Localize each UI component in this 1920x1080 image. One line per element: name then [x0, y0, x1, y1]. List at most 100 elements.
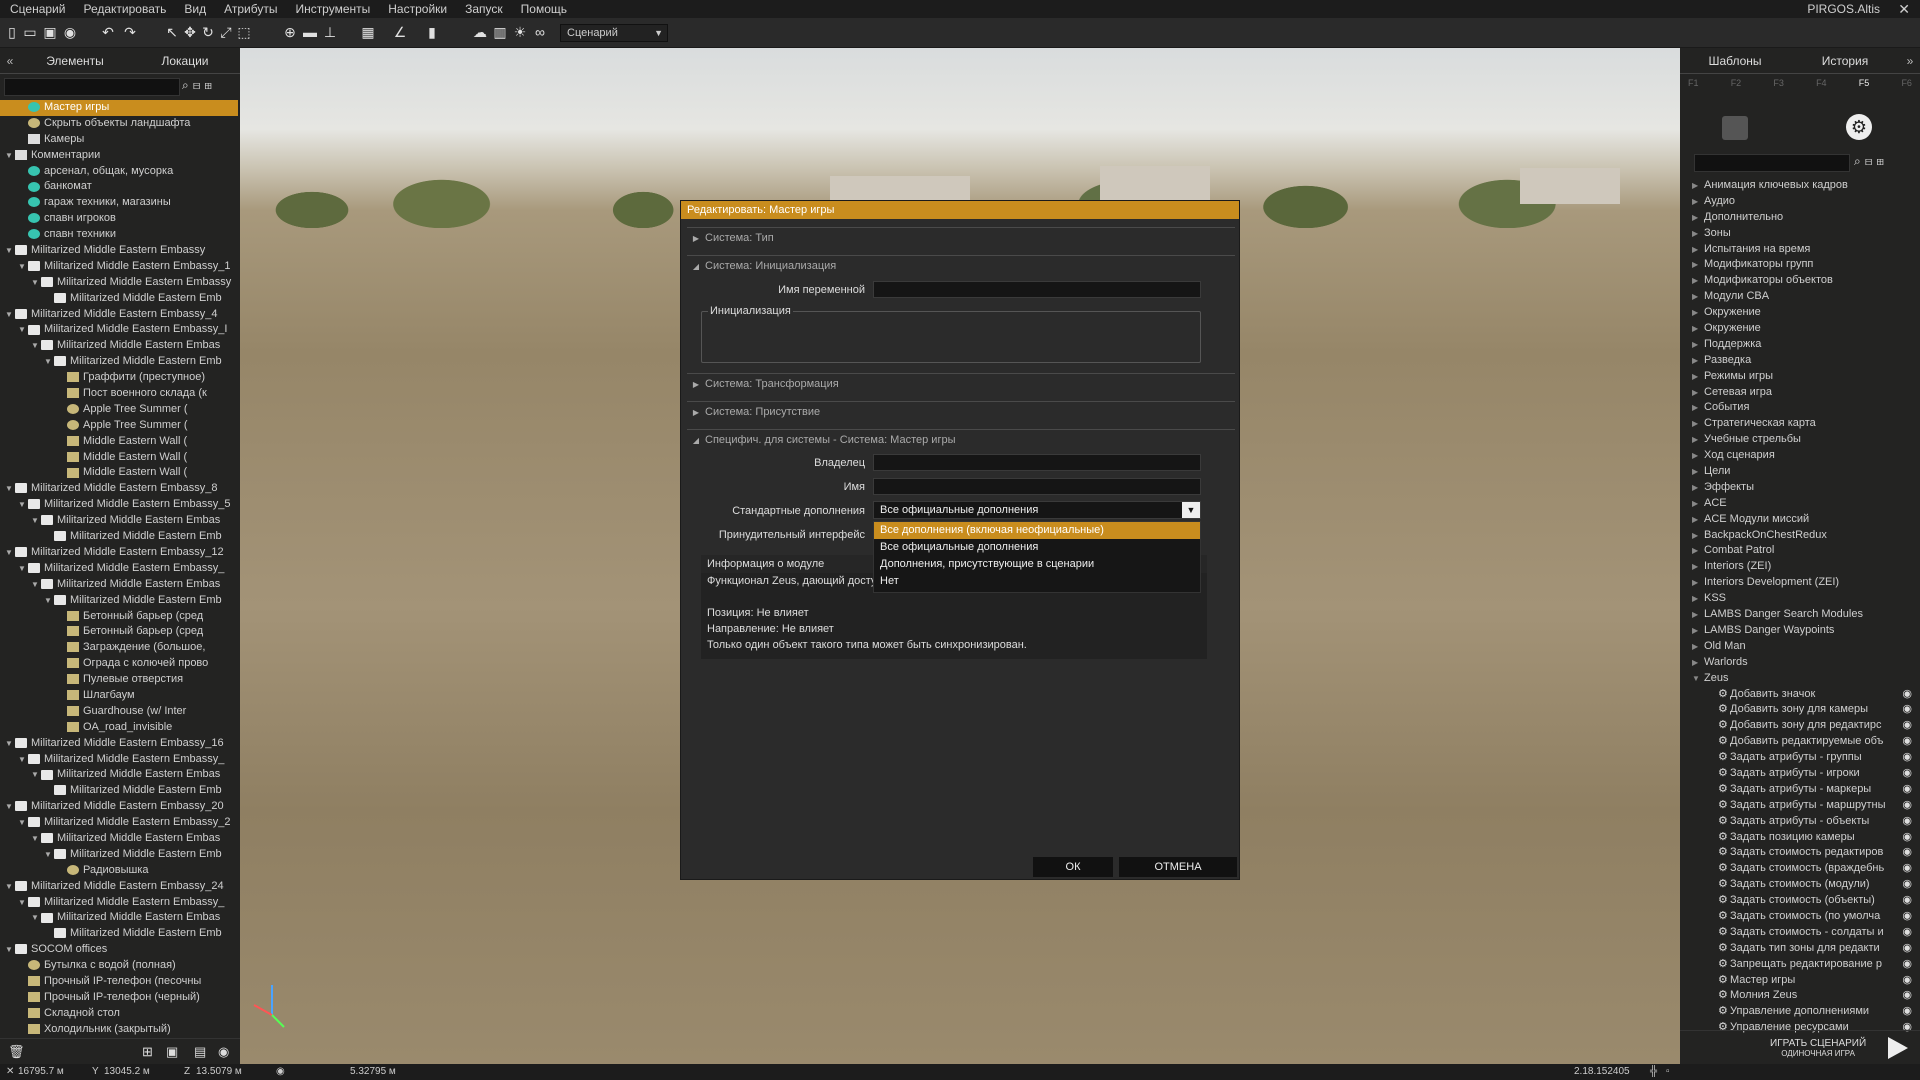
category-row[interactable]: ▶ BackpackOnChestRedux: [1680, 528, 1920, 544]
category-row[interactable]: ▶ Режимы игры: [1680, 369, 1920, 385]
search-icon[interactable]: ⌕: [1854, 154, 1865, 168]
category-row[interactable]: ▶ Warlords: [1680, 655, 1920, 671]
expand-arrow-icon[interactable]: ▶: [1692, 337, 1704, 353]
expand-arrow-icon[interactable]: ▶: [1692, 655, 1704, 671]
section-transform[interactable]: ▶ Система: Трансформация: [687, 373, 1235, 393]
module-row[interactable]: ⚙ Задать атрибуты - объекты ◉: [1680, 814, 1920, 830]
init-textarea[interactable]: Инициализация: [701, 305, 1201, 363]
category-row[interactable]: ▶ Окружение: [1680, 321, 1920, 337]
tree-row[interactable]: ▼ Militarized Middle Eastern Embassy_24: [0, 879, 238, 895]
expand-arrow-icon[interactable]: ▼: [18, 322, 28, 338]
expand-arrow-icon[interactable]: ▶: [1692, 496, 1704, 512]
weather-icon[interactable]: ☁: [472, 24, 488, 40]
category-row[interactable]: ▶ Модификаторы групп: [1680, 257, 1920, 273]
tree-row[interactable]: арсенал, общак, мусорка: [0, 164, 238, 180]
tree-row[interactable]: банкомат: [0, 179, 238, 195]
ok-button[interactable]: ОК: [1033, 857, 1113, 877]
fkey-f1[interactable]: F1: [1688, 78, 1699, 108]
select-icon[interactable]: ↖: [164, 24, 180, 40]
eye-icon[interactable]: ◉: [1902, 734, 1912, 750]
tab-locations[interactable]: Локации: [130, 54, 240, 68]
category-row[interactable]: ▶ ACE: [1680, 496, 1920, 512]
tree-row[interactable]: ▼ Militarized Middle Eastern Embassy: [0, 275, 238, 291]
category-row[interactable]: ▶ ACE Модули миссий: [1680, 512, 1920, 528]
expand-all-icon[interactable]: ⊞: [204, 78, 216, 92]
eye-icon[interactable]: ◉: [1902, 988, 1912, 1004]
fkey-f3[interactable]: F3: [1773, 78, 1784, 108]
expand-arrow-icon[interactable]: ▶: [1692, 257, 1704, 273]
menu-settings[interactable]: Настройки: [378, 0, 455, 18]
trash-icon[interactable]: 🗑: [8, 1044, 25, 1060]
collapse-left-icon[interactable]: «: [0, 54, 20, 68]
tree-row[interactable]: Камеры: [0, 132, 238, 148]
asset-browser-tree[interactable]: ▶ Анимация ключевых кадров ▶ Аудио ▶ Дополнит…: [1680, 178, 1920, 1038]
module-row[interactable]: ⚙ Задать стоимость редактиров ◉: [1680, 845, 1920, 861]
tree-row[interactable]: ▼ SOCOM offices: [0, 942, 238, 958]
collapse-all-icon[interactable]: ⊟: [1865, 154, 1877, 168]
expand-arrow-icon[interactable]: ▶: [1692, 369, 1704, 385]
menu-help[interactable]: Помощь: [511, 0, 575, 18]
module-row[interactable]: ⚙ Задать позицию камеры ◉: [1680, 830, 1920, 846]
expand-arrow-icon[interactable]: ▼: [18, 752, 28, 768]
eye-icon[interactable]: ◉: [1902, 941, 1912, 957]
expand-arrow-icon[interactable]: ▶: [1692, 242, 1704, 258]
tree-row[interactable]: Складной стол: [0, 1006, 238, 1022]
category-row[interactable]: ▶ LAMBS Danger Search Modules: [1680, 607, 1920, 623]
mode-combo[interactable]: Сценарий ▼: [560, 24, 668, 42]
expand-arrow-icon[interactable]: ▼: [31, 275, 41, 291]
tree-row[interactable]: ▼ Militarized Middle Eastern Embassy_12: [0, 545, 238, 561]
eye-icon[interactable]: ◉: [1902, 718, 1912, 734]
section-init[interactable]: ◢ Система: Инициализация: [687, 255, 1235, 275]
tree-row[interactable]: ▼ Militarized Middle Eastern Embassy_I: [0, 322, 238, 338]
tree-row[interactable]: Бетонный барьер (сред: [0, 624, 238, 640]
expand-arrow-icon[interactable]: ▶: [1692, 575, 1704, 591]
tree-row[interactable]: Middle Eastern Wall (: [0, 434, 238, 450]
eye-icon[interactable]: ◉: [1902, 750, 1912, 766]
expand-arrow-icon[interactable]: ▶: [1692, 639, 1704, 655]
grid-icon[interactable]: ▦: [360, 24, 376, 40]
new-file-icon[interactable]: ▯: [4, 24, 20, 40]
scale-icon[interactable]: ⤢: [218, 24, 234, 40]
expand-arrow-icon[interactable]: ▼: [44, 847, 54, 863]
expand-arrow-icon[interactable]: ▶: [1692, 321, 1704, 337]
expand-arrow-icon[interactable]: ▶: [1692, 512, 1704, 528]
save-icon[interactable]: ▣: [42, 24, 58, 40]
expand-arrow-icon[interactable]: ▶: [1692, 400, 1704, 416]
expand-arrow-icon[interactable]: ▶: [1692, 226, 1704, 242]
tree-row[interactable]: ▼ Militarized Middle Eastern Embassy_20: [0, 799, 238, 815]
eye-icon[interactable]: ◉: [1902, 861, 1912, 877]
right-search-input[interactable]: [1694, 154, 1850, 172]
flag-icon[interactable]: [1722, 116, 1748, 140]
category-row[interactable]: ▶ Сетевая игра: [1680, 385, 1920, 401]
tree-row[interactable]: Граффити (преступное): [0, 370, 238, 386]
expand-arrow-icon[interactable]: ▼: [18, 815, 28, 831]
expand-arrow-icon[interactable]: ▼: [5, 307, 15, 323]
expand-arrow-icon[interactable]: ▼: [1692, 671, 1704, 687]
tab-elements[interactable]: Элементы: [20, 54, 130, 68]
module-row[interactable]: ⚙ Добавить зону для камеры ◉: [1680, 702, 1920, 718]
tree-row[interactable]: Прочный IP-телефон (черный): [0, 990, 238, 1006]
eye-icon[interactable]: ◉: [1902, 702, 1912, 718]
expand-arrow-icon[interactable]: ▼: [31, 338, 41, 354]
undo-icon[interactable]: ↶: [100, 24, 116, 40]
eye-icon[interactable]: ◉: [1902, 893, 1912, 909]
expand-arrow-icon[interactable]: ▶: [1692, 273, 1704, 289]
section-presence[interactable]: ▶ Система: Присутствие: [687, 401, 1235, 421]
expand-arrow-icon[interactable]: ▶: [1692, 559, 1704, 575]
cancel-button[interactable]: ОТМЕНА: [1119, 857, 1237, 877]
expand-arrow-icon[interactable]: ▼: [31, 767, 41, 783]
window-icon[interactable]: ▫: [1666, 1066, 1670, 1077]
redo-icon[interactable]: ↷: [122, 24, 138, 40]
tree-row[interactable]: ▼ Militarized Middle Eastern Embas: [0, 910, 238, 926]
expand-arrow-icon[interactable]: ▼: [5, 736, 15, 752]
eye-icon[interactable]: ◉: [1902, 909, 1912, 925]
tree-row[interactable]: ▼ Militarized Middle Eastern Embas: [0, 577, 238, 593]
eye-icon[interactable]: ◉: [1902, 798, 1912, 814]
area-icon[interactable]: ⬚: [236, 24, 252, 40]
expand-arrow-icon[interactable]: ▼: [31, 577, 41, 593]
expand-arrow-icon[interactable]: ▼: [5, 879, 15, 895]
category-row[interactable]: ▶ События: [1680, 400, 1920, 416]
expand-arrow-icon[interactable]: ▶: [1692, 432, 1704, 448]
category-row[interactable]: ▼ Zeus: [1680, 671, 1920, 687]
collapse-all-icon[interactable]: ⊟: [193, 78, 205, 92]
